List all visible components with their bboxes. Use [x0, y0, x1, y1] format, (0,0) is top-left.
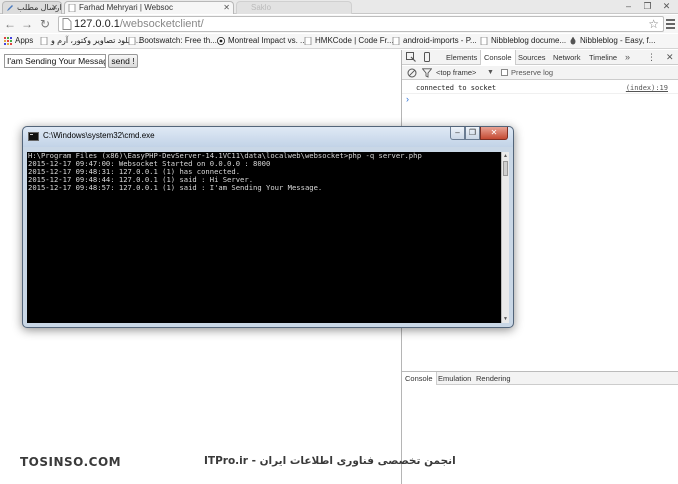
- back-icon[interactable]: ←: [3, 16, 17, 32]
- filter-icon[interactable]: [422, 68, 432, 78]
- pencil-icon: [7, 5, 13, 11]
- bookmark-label: Nibbleblog - Easy, f...: [580, 36, 656, 45]
- cmd-window-controls: – ❐ ✕: [450, 127, 508, 141]
- device-icon[interactable]: [422, 52, 432, 62]
- bookmark-hmkcode[interactable]: HMKCode | Code Fr...: [304, 35, 394, 47]
- console-message-row: connected to socket (index):19: [402, 82, 678, 94]
- message-input[interactable]: I'am Sending Your Message: [4, 54, 106, 68]
- soccer-ball-icon: [217, 37, 225, 45]
- preserve-log-checkbox[interactable]: [501, 69, 508, 76]
- page-icon: [40, 37, 48, 45]
- apps-grid-icon: [4, 37, 12, 45]
- frame-select[interactable]: <top frame>: [436, 67, 476, 79]
- cmd-title: C:\Windows\system32\cmd.exe: [43, 131, 155, 140]
- close-devtools-icon[interactable]: ✕: [666, 50, 674, 65]
- console-message: connected to socket: [416, 84, 497, 92]
- page-icon: [68, 4, 76, 12]
- page-icon: [62, 18, 72, 30]
- tab-console[interactable]: Console: [480, 50, 516, 65]
- page-icon: [304, 37, 312, 45]
- reload-icon[interactable]: ↻: [38, 16, 52, 32]
- bookmark-bootswatch[interactable]: Bootswatch: Free th...: [128, 35, 217, 47]
- close-icon[interactable]: ✕: [223, 2, 230, 14]
- tab-network[interactable]: Network: [553, 50, 581, 65]
- url-text[interactable]: 127.0.0.1/websocketclient/: [74, 17, 204, 31]
- scroll-down-icon[interactable]: ▼: [502, 315, 509, 323]
- console-prompt[interactable]: ›: [406, 94, 409, 105]
- devtools-drawer-tabs: Console Emulation Rendering: [402, 371, 678, 385]
- terminal-icon: [28, 132, 39, 141]
- cmd-scrollbar[interactable]: ▲ ▼: [501, 152, 509, 323]
- bookmark-nibbleblog[interactable]: Nibbleblog - Easy, f...: [569, 35, 655, 47]
- cmd-titlebar[interactable]: C:\Windows\system32\cmd.exe – ❐ ✕: [23, 127, 513, 147]
- more-vert-icon[interactable]: ⋮: [647, 50, 656, 65]
- bookmarks-bar: Apps دانلود تصاویر وکتور، آرم و... Boots…: [0, 34, 678, 49]
- address-bar[interactable]: 127.0.0.1/websocketclient/ ☆: [58, 16, 664, 32]
- bug-icon: [570, 37, 576, 45]
- console-source-link[interactable]: (index):19: [626, 83, 668, 93]
- bookmark-apps[interactable]: Apps: [4, 35, 33, 47]
- devtools-tab-bar: Elements Console Sources Network Timelin…: [402, 50, 678, 65]
- cmd-close-button[interactable]: ✕: [480, 127, 508, 140]
- clear-console-icon[interactable]: [407, 68, 417, 78]
- bookmark-label: Apps: [15, 36, 34, 45]
- scroll-up-icon[interactable]: ▲: [502, 152, 509, 160]
- browser-toolbar: ← → ↻ 127.0.0.1/websocketclient/ ☆: [0, 15, 678, 33]
- tab-websocket[interactable]: Farhad Mehryari | Websoc ✕: [64, 1, 234, 14]
- url-host: 127.0.0.1: [74, 18, 120, 30]
- maximize-button[interactable]: ❐: [638, 0, 657, 13]
- inspect-icon[interactable]: [406, 52, 416, 62]
- cmd-minimize-button[interactable]: –: [450, 127, 465, 140]
- bookmark-nibbleblog-docs[interactable]: Nibbleblog docume...: [480, 35, 566, 47]
- minimize-button[interactable]: –: [619, 0, 638, 13]
- cmd-console-output[interactable]: H:\Program Files (x86)\EasyPHP-DevServer…: [27, 152, 501, 323]
- drawer-tab-emulation[interactable]: Emulation: [438, 372, 471, 385]
- star-icon[interactable]: ☆: [648, 17, 659, 31]
- scroll-thumb[interactable]: [503, 161, 508, 176]
- chevron-down-icon[interactable]: ▼: [487, 67, 494, 79]
- console-line: 2015-12-17 09:48:57: 127.0.0.1 (1) said …: [28, 183, 323, 192]
- page-icon: [392, 37, 400, 45]
- cmd-maximize-button[interactable]: ❐: [465, 127, 480, 140]
- tab-strip: ارسال مطلب ✕ Farhad Mehryari | Websoc ✕ …: [0, 0, 678, 14]
- tab-article[interactable]: ارسال مطلب ✕: [2, 1, 62, 14]
- watermark-left: TOSINSO.COM: [20, 455, 122, 469]
- tab-elements[interactable]: Elements: [446, 50, 477, 65]
- page-icon: [128, 37, 136, 45]
- window-controls: – ❐ ✕: [619, 0, 676, 14]
- bookmark-label: Montreal Impact vs. ...: [228, 36, 307, 45]
- tab-sources[interactable]: Sources: [518, 50, 546, 65]
- watermark-right: ITPro.ir - انجمن تخصصی فناوری اطلاعات ای…: [204, 455, 456, 467]
- tab-title: Farhad Mehryari | Websoc: [79, 3, 173, 12]
- bookmark-montreal[interactable]: Montreal Impact vs. ...: [217, 35, 307, 47]
- bookmark-label: Nibbleblog docume...: [491, 36, 567, 45]
- preserve-log-label: Preserve log: [511, 68, 554, 77]
- more-tabs-icon[interactable]: »: [625, 50, 630, 65]
- send-button[interactable]: send !: [108, 54, 138, 68]
- close-window-button[interactable]: ✕: [657, 0, 676, 13]
- tab-timeline[interactable]: Timeline: [589, 50, 617, 65]
- bookmark-label: android-imports - P...: [403, 36, 477, 45]
- drawer-tab-console[interactable]: Console: [402, 372, 437, 385]
- page-icon: [480, 37, 488, 45]
- forward-icon[interactable]: →: [20, 16, 34, 32]
- cmd-window: C:\Windows\system32\cmd.exe – ❐ ✕ H:\Pro…: [22, 126, 514, 328]
- tab-title: Saklo: [251, 3, 272, 12]
- bookmark-label: HMKCode | Code Fr...: [315, 36, 394, 45]
- console-filter-bar: <top frame> ▼ Preserve log: [402, 66, 678, 80]
- drawer-tab-rendering[interactable]: Rendering: [476, 372, 511, 385]
- bookmark-label: Bootswatch: Free th...: [139, 36, 217, 45]
- close-icon[interactable]: ✕: [51, 2, 58, 14]
- url-path: /websocketclient/: [119, 18, 204, 30]
- bookmark-android-imports[interactable]: android-imports - P...: [392, 35, 477, 47]
- tab-ghost[interactable]: Saklo: [236, 1, 352, 14]
- menu-icon[interactable]: [666, 17, 676, 31]
